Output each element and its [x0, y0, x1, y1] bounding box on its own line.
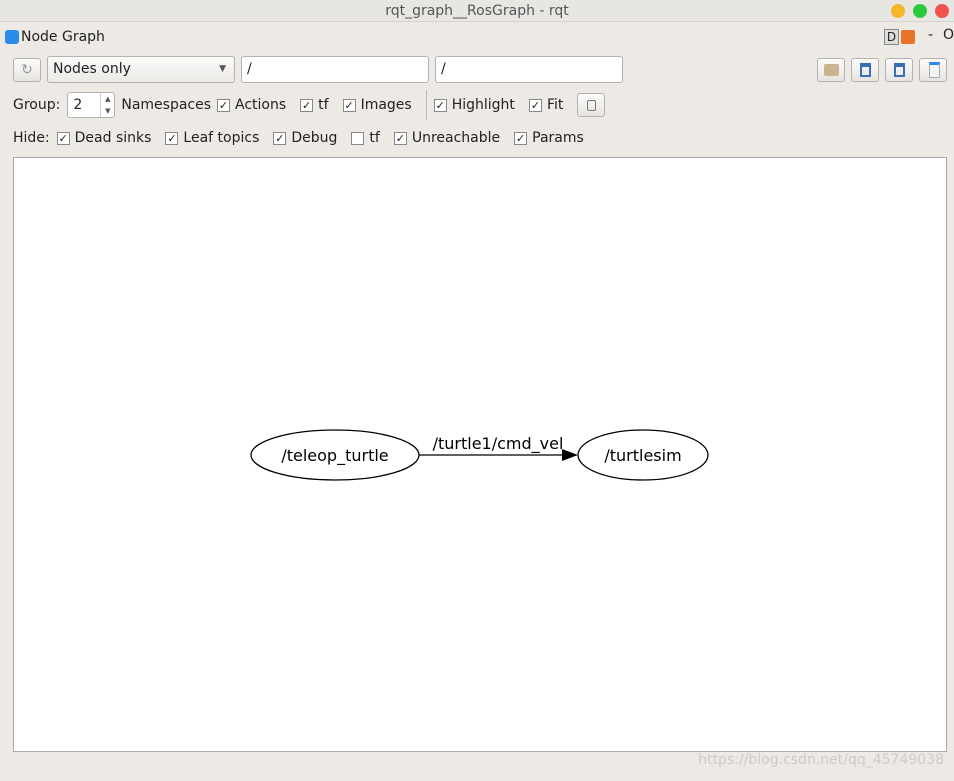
node-graph-plugin-icon	[5, 30, 19, 44]
hide-debug-checkbox[interactable]: ✓ Debug	[273, 130, 337, 146]
graph-node-teleop-turtle[interactable]: /teleop_turtle	[250, 429, 420, 481]
fit-in-view-button[interactable]	[577, 93, 606, 117]
minimize-button[interactable]	[891, 4, 905, 18]
hide-unreachable-checkbox[interactable]: ✓ Unreachable	[393, 130, 500, 146]
hide-label: Hide:	[13, 130, 50, 146]
fit-checkbox[interactable]: ✓ Fit	[528, 97, 563, 113]
graph-save-svg-icon	[894, 63, 905, 77]
plugin-title: Node Graph	[21, 29, 105, 45]
load-dot-button[interactable]	[817, 58, 845, 82]
graph-save-icon	[860, 63, 871, 77]
fit-view-icon	[587, 100, 597, 111]
group-spinbox[interactable]: 2 ▲ ▼	[67, 92, 116, 118]
spin-arrows-icon[interactable]: ▲ ▼	[100, 93, 114, 117]
save-dot-button[interactable]	[851, 58, 879, 82]
window-title: rqt_graph__RosGraph - rqt	[385, 3, 569, 19]
topic-filter-input[interactable]: /	[435, 56, 623, 83]
node-label: /turtlesim	[604, 446, 681, 465]
image-save-icon	[929, 62, 940, 78]
hide-dead-sinks-checkbox[interactable]: ✓ Dead sinks	[56, 130, 151, 146]
watermark: https://blog.csdn.net/qq_45749038	[698, 752, 944, 768]
tf-checkbox[interactable]: ✓ tf	[300, 97, 329, 113]
arrowhead-icon	[562, 449, 578, 461]
node-filter-input[interactable]: /	[241, 56, 429, 83]
graph-edge-cmd-vel[interactable]: /turtle1/cmd_vel	[419, 434, 578, 461]
actions-checkbox[interactable]: ✓ Actions	[217, 97, 286, 113]
graph-node-turtlesim[interactable]: /turtlesim	[577, 429, 709, 481]
graph-canvas[interactable]: /teleop_turtle /turtlesim /turtle1/cmd_v…	[13, 157, 947, 752]
refresh-icon: ↻	[21, 62, 33, 78]
graph-mode-select[interactable]: Nodes only ▼	[47, 56, 235, 83]
maximize-button[interactable]	[913, 4, 927, 18]
images-checkbox[interactable]: ✓ Images	[342, 97, 412, 113]
close-button[interactable]	[935, 4, 949, 18]
group-label: Group:	[13, 97, 61, 113]
node-label: /teleop_turtle	[281, 446, 388, 466]
refresh-button[interactable]: ↻	[13, 58, 41, 82]
window-titlebar: rqt_graph__RosGraph - rqt	[0, 0, 954, 22]
chevron-down-icon: ▼	[219, 64, 226, 74]
dock-d-button[interactable]: D	[884, 29, 899, 45]
save-svg-button[interactable]	[885, 58, 913, 82]
folder-icon	[824, 64, 839, 76]
save-image-button[interactable]	[919, 58, 947, 82]
namespaces-label: Namespaces	[121, 97, 212, 113]
edge-label: /turtle1/cmd_vel	[433, 434, 564, 454]
hide-leaf-topics-checkbox[interactable]: ✓ Leaf topics	[165, 130, 259, 146]
highlight-checkbox[interactable]: ✓ Highlight	[433, 97, 515, 113]
hide-tf-checkbox[interactable]: tf	[351, 130, 380, 146]
reload-plugin-icon[interactable]	[901, 30, 915, 44]
close-plugin-button[interactable]: O	[943, 27, 954, 43]
minimize-plugin-button[interactable]: -	[928, 27, 933, 43]
toolbar-divider	[425, 90, 427, 120]
hide-params-checkbox[interactable]: ✓ Params	[514, 130, 584, 146]
